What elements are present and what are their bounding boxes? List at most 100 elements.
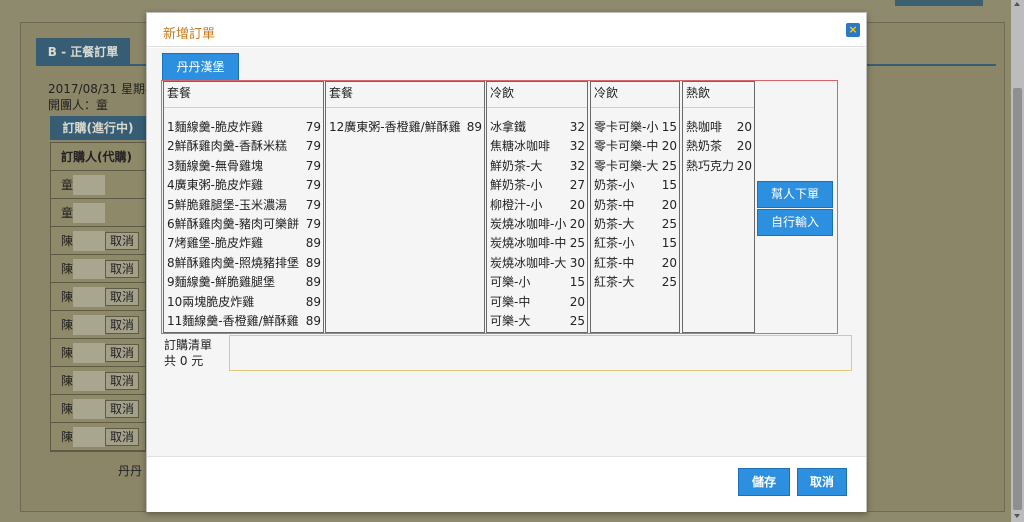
shop-dandan-burger-button[interactable]: 丹丹漢堡 [162,53,239,81]
menu-item-price: 20 [736,158,752,173]
new-order-dialog: 新增訂單 × 丹丹漢堡 套餐 1麵線羹-脆皮炸雞 79 2鮮酥雞肉羹-香酥米糕 79 3… [146,12,867,512]
menu-item-name: 紅茶-小 [594,236,635,251]
menu-item-price: 27 [569,178,585,193]
menu-item-name: 炭燒冰咖啡-小 [490,216,567,231]
menu-item-name: 3麵線羹-無骨雞塊 [167,158,263,173]
menu-item[interactable]: 奶茶-中 20 [591,196,679,215]
menu-item-price: 79 [305,197,321,212]
group-opener: 開團人：童 [48,98,109,112]
menu-item[interactable]: 1麵線羹-脆皮炸雞 79 [164,118,323,137]
row-cancel-button[interactable]: 取消 [105,372,140,390]
menu-item[interactable]: 柳橙汁-小 20 [487,196,587,215]
row-cancel-button[interactable]: 取消 [105,316,140,334]
scroll-up-icon[interactable] [1014,2,1020,6]
row-cancel-button[interactable]: 取消 [105,288,140,306]
menu-item-name: 9麵線羹-鮮脆雞腿堡 [167,275,275,290]
dialog-title: 新增訂單 [163,27,216,42]
menu-item[interactable]: 紅茶-中 20 [591,254,679,273]
menu-item-name: 可樂-小 [490,275,531,290]
tab-b-meal-orders[interactable]: B - 正餐訂單 [36,38,130,66]
row-cancel-button[interactable]: 取消 [105,232,140,250]
menu-item[interactable]: 鮮奶茶-小 27 [487,176,587,195]
menu-item-name: 5鮮脆雞腿堡-玉米濃湯 [167,197,287,212]
menu-item[interactable]: 6鮮酥雞肉羹-豬肉可樂餅 79 [164,215,323,234]
menu-item-price: 79 [305,178,321,193]
menu-item[interactable]: 可樂-大 25 [487,312,587,331]
scroll-down-icon[interactable] [1014,514,1020,518]
menu-item[interactable]: 12廣東粥-香橙雞/鮮酥雞 89 [326,118,484,137]
menu-item[interactable]: 紅茶-大 25 [591,273,679,292]
menu-item[interactable]: 7烤雞堡-脆皮炸雞 89 [164,234,323,253]
menu-item-name: 2鮮酥雞肉羹-香酥米糕 [167,139,287,154]
page-scrollbar[interactable] [1011,0,1024,522]
menu-item[interactable]: 熱咖啡 20 [683,118,754,137]
orderer-name: 陳 [61,374,74,388]
table-row: 陳 取消 [51,423,145,451]
save-button[interactable]: 儲存 [738,468,790,496]
menu-item[interactable]: 紅茶-小 15 [591,234,679,253]
menu-item[interactable]: 奶茶-大 25 [591,215,679,234]
menu-item-price: 15 [661,236,677,251]
menu-item-price: 25 [569,313,585,328]
scroll-thumb[interactable] [1013,88,1022,510]
menu-item[interactable]: 熱巧克力 20 [683,157,754,176]
menu-item[interactable]: 可樂-小 15 [487,273,587,292]
menu-item-price: 30 [569,255,585,270]
orderer-name: 陳 [61,346,74,360]
menu-item[interactable]: 9麵線羹-鮮脆雞腿堡 89 [164,273,323,292]
menu-item[interactable]: 奶茶-小 15 [591,176,679,195]
menu-item-name: 冰拿鐵 [490,120,527,134]
redacted-name [73,175,105,195]
menu-item[interactable]: 10兩塊脆皮炸雞 89 [164,293,323,312]
self-input-button[interactable]: 自行輸入 [757,209,833,236]
menu-item[interactable]: 鮮奶茶-大 32 [487,157,587,176]
row-cancel-button[interactable]: 取消 [105,428,140,446]
redacted-name [73,203,105,223]
redacted-name [73,287,105,307]
table-row: 童 [51,171,145,199]
menu-item[interactable]: 可樂-中 20 [487,293,587,312]
menu-item-price: 79 [305,120,321,134]
menu-item[interactable]: 熱奶茶 20 [683,137,754,156]
menu-item[interactable]: 冰拿鐵 32 [487,118,587,137]
table-row: 童 [51,199,145,227]
close-icon[interactable]: × [846,23,860,37]
menu-item-name: 熱巧克力 [686,158,735,173]
order-list-box [229,335,852,371]
dialog-header: 新增訂單 × [147,13,866,47]
cancel-button[interactable]: 取消 [797,468,847,496]
menu-item-name: 零卡可樂-中 [594,139,659,154]
top-right-button[interactable] [895,0,983,6]
menu-item-name: 8鮮酥雞肉羹-照燒豬排堡 [167,255,299,270]
menu-item-price: 15 [569,275,585,290]
order-for-others-button[interactable]: 幫人下單 [757,181,833,208]
menu-item[interactable]: 4廣東粥-脆皮炸雞 79 [164,176,323,195]
menu-item[interactable]: 5鮮脆雞腿堡-玉米濃湯 79 [164,196,323,215]
menu-item[interactable]: 零卡可樂-大 25 [591,157,679,176]
table-row: 陳 取消 [51,311,145,339]
orders-table: 訂購人(代購) 童童陳取消陳取消陳取消陳取消陳取消陳取消陳取消陳取消 [50,142,146,452]
menu-item[interactable]: 2鮮酥雞肉羹-香酥米糕 79 [164,137,323,156]
table-row: 陳 取消 [51,255,145,283]
row-cancel-button[interactable]: 取消 [105,344,140,362]
menu-item[interactable]: 8鮮酥雞肉羹-照燒豬排堡 89 [164,254,323,273]
menu-item-name: 紅茶-中 [594,255,635,270]
menu-item[interactable]: 炭燒冰咖啡-大 30 [487,254,587,273]
menu-item[interactable]: 3麵線羹-無骨雞塊 79 [164,157,323,176]
menu-column-set-meal-2: 套餐 12廣東粥-香橙雞/鮮酥雞 89 [325,81,485,333]
column-header: 套餐 [326,82,484,108]
menu-item-name: 柳橙汁-小 [490,197,543,212]
menu-item[interactable]: 零卡可樂-中 20 [591,137,679,156]
menu-item-name: 12廣東粥-香橙雞/鮮酥雞 [329,120,461,134]
menu-item[interactable]: 11麵線羹-香橙雞/鮮酥雞 89 [164,312,323,331]
menu-item[interactable]: 炭燒冰咖啡-中 25 [487,234,587,253]
menu-item-name: 熱咖啡 [686,120,723,134]
row-cancel-button[interactable]: 取消 [105,260,140,278]
menu-item[interactable]: 焦糖冰咖啡 32 [487,137,587,156]
menu-item-name: 炭燒冰咖啡-中 [490,236,567,251]
menu-item-price: 20 [569,197,585,212]
menu-item[interactable]: 零卡可樂-小 15 [591,118,679,137]
menu-item-price: 20 [569,294,585,309]
menu-item[interactable]: 炭燒冰咖啡-小 20 [487,215,587,234]
row-cancel-button[interactable]: 取消 [105,400,140,418]
